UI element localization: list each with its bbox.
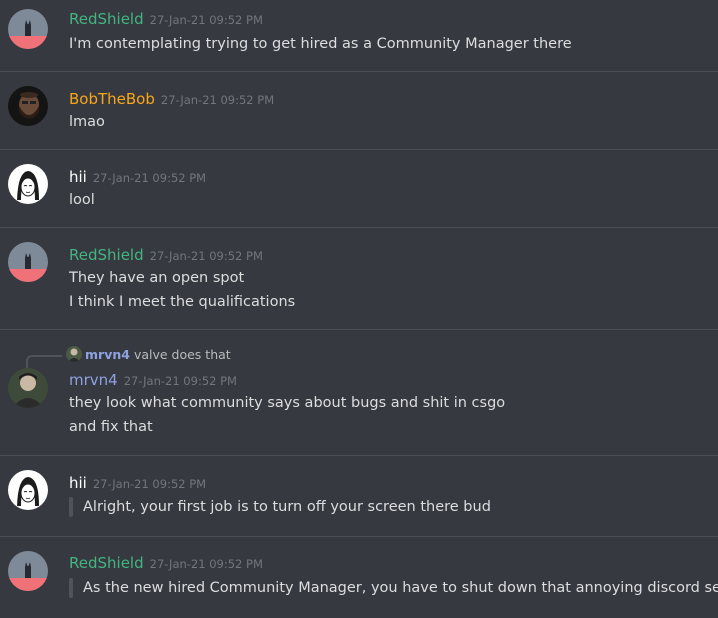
username[interactable]: RedShield xyxy=(69,246,144,264)
message[interactable]: BobTheBob 27-Jan-21 09:52 PM lmao xyxy=(0,72,718,150)
hii-avatar-icon[interactable] xyxy=(8,164,48,204)
message[interactable]: hii 27-Jan-21 09:52 PM lool xyxy=(0,150,718,228)
message-header: mrvn4 27-Jan-21 09:52 PM xyxy=(69,370,237,391)
username[interactable]: hii xyxy=(69,474,87,492)
timestamp: 27-Jan-21 09:52 PM xyxy=(92,477,207,491)
message-header: hii 27-Jan-21 09:52 PM xyxy=(69,473,206,494)
message-content: lool xyxy=(69,192,95,208)
reply-text: valve does that xyxy=(133,347,231,362)
message-content: they look what community says about bugs… xyxy=(69,395,506,411)
timestamp: 27-Jan-21 09:52 PM xyxy=(149,13,263,27)
username[interactable]: RedShield xyxy=(69,554,144,572)
message[interactable]: mrvn4 valve does that mrvn4 27-Jan-21 09:5… xyxy=(0,330,718,456)
timestamp: 27-Jan-21 09:52 PM xyxy=(160,93,275,107)
message[interactable]: RedShield 27-Jan-21 09:52 PM I'm contempl… xyxy=(0,0,718,72)
reply-preview[interactable]: mrvn4 valve does that xyxy=(66,346,231,364)
message[interactable]: RedShield 27-Jan-21 09:52 PM They have an… xyxy=(0,228,718,330)
username[interactable]: RedShield xyxy=(69,10,144,28)
message[interactable]: RedShield 27-Jan-21 09:52 PM As the new h… xyxy=(0,537,718,618)
mrvn4-avatar-icon[interactable] xyxy=(8,368,48,408)
hii-avatar-icon[interactable] xyxy=(8,470,48,510)
timestamp: 27-Jan-21 09:52 PM xyxy=(149,249,263,263)
message-header: hii 27-Jan-21 09:52 PM xyxy=(69,167,206,188)
timestamp: 27-Jan-21 09:52 PM xyxy=(92,171,207,185)
message-content: They have an open spot xyxy=(69,270,245,286)
message-header: RedShield 27-Jan-21 09:52 PM xyxy=(69,9,263,30)
message-content: I'm contemplating trying to get hired as… xyxy=(69,36,572,52)
reply-username[interactable]: mrvn4 xyxy=(85,347,130,362)
redshield-avatar-icon[interactable] xyxy=(8,9,48,49)
message-content: and fix that xyxy=(69,419,153,435)
chat-messages: RedShield 27-Jan-21 09:52 PM I'm contempl… xyxy=(0,0,718,618)
message[interactable]: hii 27-Jan-21 09:52 PM Alright, your firs… xyxy=(0,456,718,538)
mrvn4-reply-avatar-icon xyxy=(66,346,82,362)
username[interactable]: BobTheBob xyxy=(69,90,155,108)
quote-content: Alright, your first job is to turn off y… xyxy=(83,499,491,515)
message-header: BobTheBob 27-Jan-21 09:52 PM xyxy=(69,89,274,110)
redshield-avatar-icon[interactable] xyxy=(8,551,48,591)
username[interactable]: mrvn4 xyxy=(69,371,118,389)
bobthebob-avatar-icon[interactable] xyxy=(8,86,48,126)
quote-content: As the new hired Community Manager, you … xyxy=(83,580,718,596)
reply-connector xyxy=(26,355,62,369)
message-content: I think I meet the qualifications xyxy=(69,294,296,310)
message-header: RedShield 27-Jan-21 09:52 PM xyxy=(69,245,263,266)
timestamp: 27-Jan-21 09:52 PM xyxy=(123,374,237,388)
quote-bar xyxy=(69,497,73,517)
redshield-avatar-icon[interactable] xyxy=(8,242,48,282)
timestamp: 27-Jan-21 09:52 PM xyxy=(149,557,263,571)
message-header: RedShield 27-Jan-21 09:52 PM xyxy=(69,553,263,574)
message-content: lmao xyxy=(69,114,105,130)
username[interactable]: hii xyxy=(69,168,87,186)
quote-bar xyxy=(69,578,73,598)
